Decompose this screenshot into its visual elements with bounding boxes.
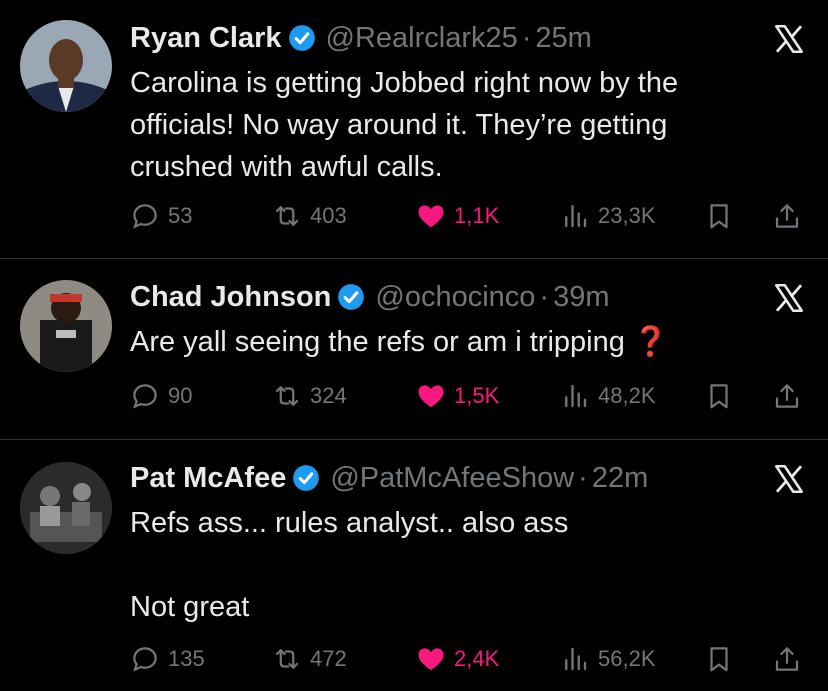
- avatar[interactable]: [20, 280, 112, 372]
- view-count: 23,3K: [598, 203, 656, 228]
- tweet-ryan-clark[interactable]: Ryan Clark @Realrclark25 · 25m Carolina …: [0, 18, 828, 243]
- bookmark-icon: [710, 204, 728, 229]
- x-logo-icon: [774, 464, 804, 494]
- share-icon: [775, 384, 799, 408]
- bookmark-icon: [710, 384, 728, 409]
- bookmark-icon: [710, 647, 728, 672]
- repost-icon: [275, 206, 299, 226]
- author-name[interactable]: Pat McAfee: [130, 458, 286, 498]
- views-icon: [565, 204, 587, 228]
- avatar-image: [20, 462, 112, 554]
- separator: ·: [539, 281, 550, 313]
- views-button[interactable]: 23,3K: [560, 196, 656, 236]
- tweet-chad-johnson[interactable]: Chad Johnson @ochocinco · 39m Are yall s…: [0, 277, 828, 427]
- tweet-divider: [0, 439, 828, 440]
- like-button[interactable]: 1,1K: [416, 196, 499, 236]
- view-count: 56,2K: [598, 646, 656, 671]
- timestamp[interactable]: 22m: [592, 458, 648, 498]
- reply-count: 90: [168, 383, 193, 408]
- reply-count: 53: [168, 203, 193, 228]
- share-icon: [775, 204, 799, 228]
- reply-icon: [133, 647, 157, 672]
- share-button[interactable]: [772, 196, 802, 236]
- author-handle[interactable]: @Realrclark25: [326, 18, 518, 58]
- tweet-text: Are yall seeing the refs or am i trippin…: [130, 326, 670, 358]
- share-icon: [775, 647, 799, 671]
- x-logo-icon: [774, 24, 804, 54]
- verified-badge-icon: [293, 465, 320, 491]
- timestamp[interactable]: 39m: [553, 277, 609, 317]
- tweet-pat-mcafee[interactable]: Pat McAfee @PatMcAfeeShow · 22m Refs ass…: [0, 458, 828, 683]
- view-count: 48,2K: [598, 383, 656, 408]
- x-logo-icon: [774, 283, 804, 313]
- tweet-divider: [0, 258, 828, 259]
- views-icon: [565, 384, 587, 408]
- avatar[interactable]: [20, 462, 112, 554]
- tweet-text: Refs ass... rules analyst.. also ass Not…: [130, 507, 569, 623]
- repost-button[interactable]: 403: [272, 196, 347, 236]
- author-handle[interactable]: @PatMcAfeeShow: [330, 458, 574, 498]
- like-count: 2,4K: [454, 646, 500, 671]
- share-button[interactable]: [772, 376, 802, 416]
- author-handle[interactable]: @ochocinco: [375, 277, 535, 317]
- repost-button[interactable]: 472: [272, 639, 347, 679]
- heart-icon: [418, 648, 444, 671]
- bookmark-button[interactable]: [704, 196, 734, 236]
- verified-badge-icon: [338, 284, 365, 310]
- action-bar: 90 324 1,5K 48,2K: [130, 376, 810, 416]
- reply-count: 135: [168, 646, 205, 671]
- author-name[interactable]: Ryan Clark: [130, 18, 282, 58]
- bookmark-button[interactable]: [704, 639, 734, 679]
- reply-icon: [133, 384, 157, 409]
- share-button[interactable]: [772, 639, 802, 679]
- separator: ·: [521, 22, 532, 54]
- like-count: 1,1K: [454, 203, 500, 228]
- reply-icon: [133, 204, 157, 229]
- avatar-image: [20, 280, 112, 372]
- like-count: 1,5K: [454, 383, 500, 408]
- tweet-header: Chad Johnson @ochocinco · 39m: [130, 277, 610, 317]
- avatar-image: [20, 20, 112, 112]
- tweet-text: Carolina is getting Jobbed right now by …: [130, 67, 687, 183]
- heart-icon: [418, 205, 444, 228]
- bookmark-button[interactable]: [704, 376, 734, 416]
- heart-icon: [418, 385, 444, 408]
- separator: ·: [578, 462, 588, 494]
- tweet-header: Pat McAfee @PatMcAfeeShow · 22m: [130, 458, 648, 498]
- avatar[interactable]: [20, 20, 112, 112]
- author-name[interactable]: Chad Johnson: [130, 277, 331, 317]
- repost-count: 324: [310, 383, 347, 408]
- repost-button[interactable]: 324: [272, 376, 347, 416]
- repost-count: 472: [310, 646, 347, 671]
- action-bar: 135 472 2,4K 56,2K: [130, 639, 810, 679]
- views-button[interactable]: 56,2K: [560, 639, 656, 679]
- reply-button[interactable]: 90: [130, 376, 192, 416]
- reply-button[interactable]: 135: [130, 639, 205, 679]
- verified-badge-icon: [288, 25, 315, 51]
- action-bar: 53 403 1,1K 23,3K: [130, 196, 810, 236]
- timestamp[interactable]: 25m: [535, 18, 591, 58]
- repost-count: 403: [310, 203, 347, 228]
- repost-icon: [275, 649, 299, 669]
- views-icon: [565, 647, 587, 671]
- tweet-header: Ryan Clark @Realrclark25 · 25m: [130, 18, 592, 58]
- repost-icon: [275, 386, 299, 406]
- views-button[interactable]: 48,2K: [560, 376, 656, 416]
- reply-button[interactable]: 53: [130, 196, 192, 236]
- like-button[interactable]: 1,5K: [416, 376, 499, 416]
- like-button[interactable]: 2,4K: [416, 639, 499, 679]
